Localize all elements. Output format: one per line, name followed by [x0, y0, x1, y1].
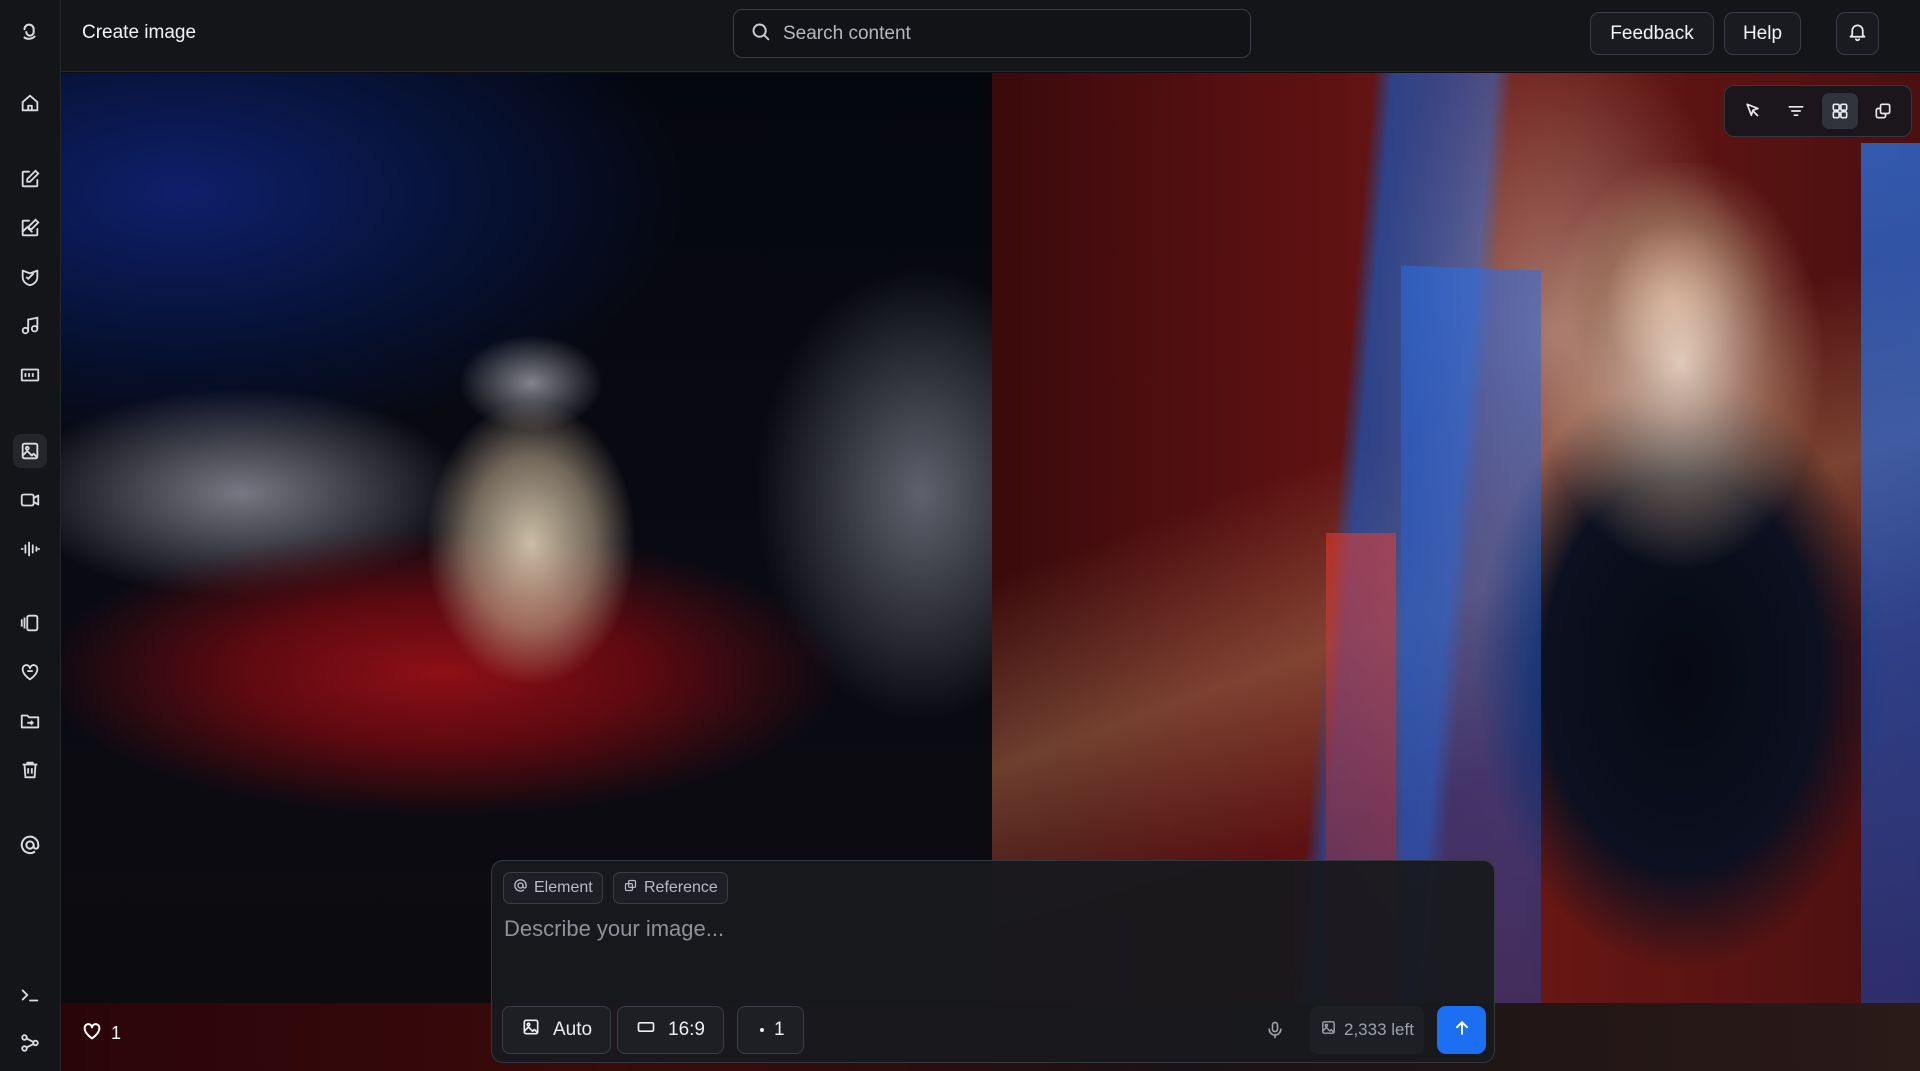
feedback-button[interactable]: Feedback [1590, 12, 1714, 55]
image-blue-panel-right [1861, 143, 1920, 1003]
element-chip[interactable]: Element [503, 872, 603, 904]
view-toolbar [1724, 85, 1912, 137]
music-icon[interactable] [13, 309, 47, 343]
notifications-button[interactable] [1836, 12, 1879, 55]
mode-selector[interactable]: Auto [502, 1006, 612, 1054]
mask-icon[interactable] [13, 260, 47, 294]
search-box[interactable] [733, 9, 1251, 58]
bell-icon [1847, 21, 1868, 47]
reference-icon [623, 878, 638, 898]
help-button[interactable]: Help [1724, 12, 1801, 55]
credits-remaining: 2,333 left [1310, 1006, 1424, 1054]
image-mode-icon [521, 1017, 541, 1043]
like-counter[interactable]: 1 [81, 1020, 121, 1047]
at-sign-icon[interactable] [13, 828, 47, 862]
image-icon[interactable] [13, 434, 47, 468]
image-count-label: 1 [774, 1019, 785, 1040]
film-strip-icon[interactable] [13, 358, 47, 392]
app-logo-icon[interactable] [13, 15, 47, 49]
heart-outline-icon [81, 1020, 103, 1047]
mode-label: Auto [553, 1019, 593, 1040]
microphone-icon[interactable] [1262, 1017, 1288, 1043]
generate-button[interactable] [1437, 1006, 1486, 1054]
credits-image-icon [1320, 1019, 1337, 1041]
prompt-input[interactable] [504, 916, 1464, 976]
credits-label: 2,333 left [1344, 1020, 1414, 1039]
edit-icon[interactable] [13, 162, 47, 196]
grid-icon[interactable] [1821, 93, 1858, 129]
search-input[interactable] [783, 22, 1223, 45]
gallery-icon[interactable] [13, 606, 47, 640]
video-icon[interactable] [13, 483, 47, 517]
search-icon [750, 21, 771, 47]
top-bar: Create image Feedback Help A [61, 0, 1920, 72]
dot-icon [760, 1028, 764, 1032]
aspect-ratio-icon [636, 1017, 656, 1043]
sidebar [0, 0, 61, 1071]
audio-wave-icon[interactable] [13, 532, 47, 566]
image-window-light [1501, 163, 1861, 633]
terminal-icon[interactable] [13, 978, 47, 1012]
copy-icon[interactable] [1865, 93, 1901, 129]
filter-icon[interactable] [1778, 93, 1814, 129]
element-chip-label: Element [534, 879, 593, 896]
image-edit-icon[interactable] [13, 211, 47, 245]
aspect-ratio-label: 16:9 [668, 1019, 705, 1040]
folder-import-icon[interactable] [13, 704, 47, 738]
reference-chip-label: Reference [644, 879, 718, 896]
aspect-ratio-selector[interactable]: 16:9 [617, 1006, 724, 1054]
select-cursor-icon[interactable] [1735, 93, 1771, 129]
at-sign-small-icon [513, 878, 528, 898]
trash-icon[interactable] [13, 753, 47, 787]
image-count-selector[interactable]: 1 [737, 1006, 804, 1054]
share-node-icon[interactable] [13, 1026, 47, 1060]
reference-chip[interactable]: Reference [613, 872, 728, 904]
page-title: Create image [82, 22, 197, 43]
app-root: Create image Feedback Help A [0, 0, 1920, 1071]
prompt-panel: Element Reference Auto 16:9 1 [491, 860, 1495, 1063]
home-icon[interactable] [13, 86, 47, 120]
arrow-up-icon [1452, 1018, 1472, 1043]
like-count: 1 [111, 1023, 122, 1043]
heart-icon[interactable] [13, 655, 47, 689]
